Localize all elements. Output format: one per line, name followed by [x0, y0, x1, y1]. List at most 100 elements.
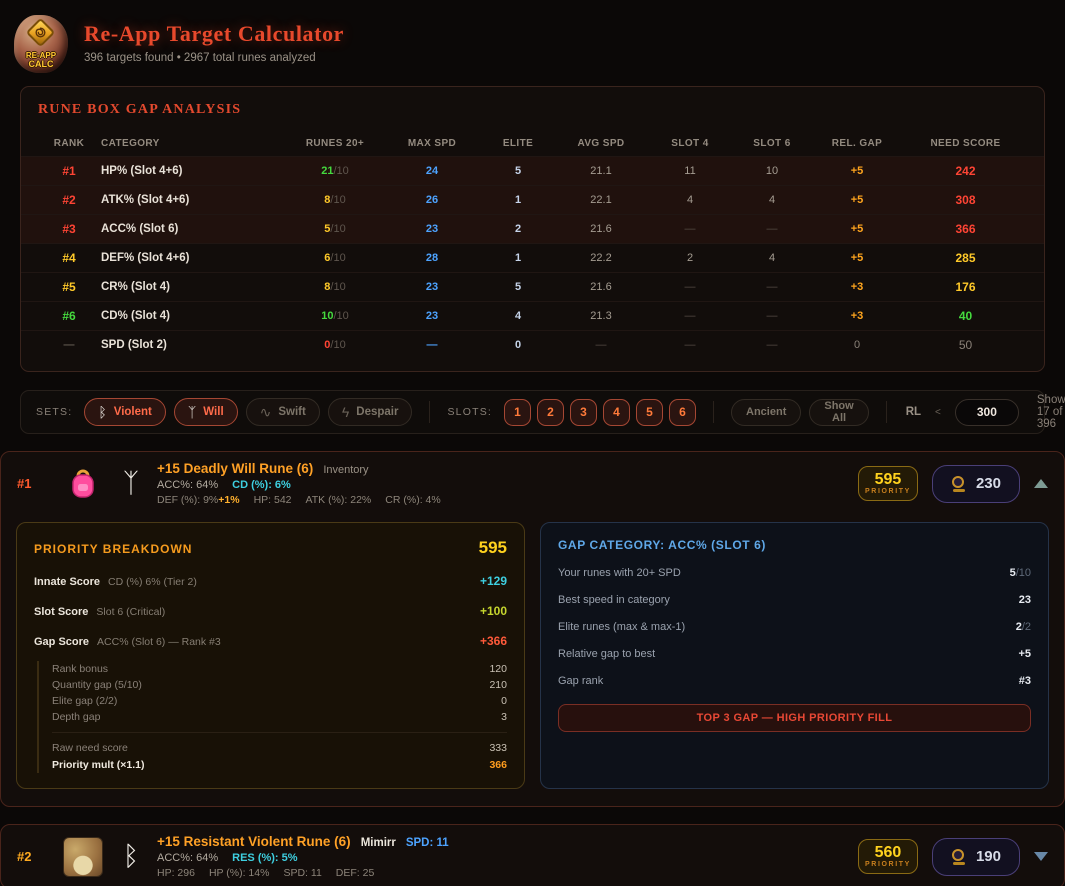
- cell-slot4: —: [647, 310, 733, 322]
- rl-label: RL: [906, 406, 921, 418]
- rune-card-2-header[interactable]: #2 ᛒ +15 Resistant Violent Rune (6) Mimi…: [1, 825, 1064, 886]
- rl-threshold-input[interactable]: [955, 399, 1019, 426]
- slot-filter-3[interactable]: 3: [570, 399, 597, 426]
- cell-runes: 21/10: [287, 165, 383, 177]
- rune-substat: DEF (%): 9%+1%: [157, 494, 240, 506]
- cell-relgap: +5: [811, 223, 903, 235]
- cell-runes: 0/10: [287, 339, 383, 351]
- cell-category: ATK% (Slot 4+6): [101, 194, 287, 206]
- cell-slot4: —: [647, 223, 733, 235]
- cell-category: DEF% (Slot 4+6): [101, 252, 287, 264]
- slot-filter-6[interactable]: 6: [669, 399, 696, 426]
- rune-card-2: #2 ᛒ +15 Resistant Violent Rune (6) Mimi…: [0, 824, 1065, 886]
- gap-category-panel: GAP CATEGORY: ACC% (SLOT 6) Your runes w…: [540, 522, 1049, 789]
- expand-chevron-icon[interactable]: [1034, 852, 1048, 861]
- set-filter-swift[interactable]: ∿ Swift: [246, 398, 320, 426]
- cell-needscore: 366: [903, 222, 1028, 236]
- gap-category-title: GAP CATEGORY: ACC% (SLOT 6): [558, 538, 1031, 552]
- calc-emblem-icon: [951, 476, 967, 492]
- sets-label: SETS:: [36, 406, 72, 418]
- cell-runes: 6/10: [287, 252, 383, 264]
- monster-avatar: [61, 837, 105, 877]
- breakdown-details: Rank bonus120 Quantity gap (5/10)210 Eli…: [37, 661, 507, 773]
- table-row: #1 HP% (Slot 4+6) 21/10 24 5 21.1 11 10 …: [21, 156, 1044, 185]
- cell-slot6: —: [733, 310, 811, 322]
- divider: [52, 732, 507, 733]
- cell-needscore: 308: [903, 193, 1028, 207]
- top-gap-banner: TOP 3 GAP — HIGH PRIORITY FILL: [558, 704, 1031, 732]
- show-all-button[interactable]: Show All: [809, 399, 868, 426]
- ancient-filter-button[interactable]: Ancient: [731, 399, 801, 426]
- violent-set-icon: ᛒ: [105, 843, 157, 870]
- cell-slot6: —: [733, 223, 811, 235]
- app-header: RE-APP CALC Re-App Target Calculator 396…: [0, 0, 1065, 73]
- divider: [713, 401, 714, 423]
- cell-elite: 5: [481, 281, 555, 293]
- cell-category: CR% (Slot 4): [101, 281, 287, 293]
- rune-substat: HP: 296: [157, 867, 195, 879]
- gap-category-row: Elite runes (max & max-1) 2/2: [558, 621, 1031, 633]
- col-avgspd: AVG SPD: [555, 138, 647, 149]
- cell-avgspd: —: [555, 339, 647, 351]
- cell-slot6: 4: [733, 252, 811, 264]
- cell-maxspd: 28: [383, 252, 481, 264]
- breakdown-detail-row: Quantity gap (5/10)210: [52, 677, 507, 693]
- cell-avgspd: 21.6: [555, 223, 647, 235]
- cell-avgspd: 22.1: [555, 194, 647, 206]
- priority-mult-row: Priority mult (×1.1)366: [52, 757, 507, 773]
- app-root: RE-APP CALC Re-App Target Calculator 396…: [0, 0, 1065, 886]
- set-filter-will[interactable]: ᛉ Will: [174, 398, 238, 426]
- cell-avgspd: 21.1: [555, 165, 647, 177]
- rune-innate-stat: CD (%): 6%: [232, 479, 291, 491]
- will-rune-icon: ᛉ: [188, 404, 196, 420]
- gap-category-row: Your runes with 20+ SPD 5/10: [558, 567, 1031, 579]
- divider: [429, 401, 430, 423]
- cell-relgap: 0: [811, 339, 903, 351]
- cell-relgap: +5: [811, 194, 903, 206]
- rune-substat: HP: 542: [254, 494, 292, 506]
- set-filter-violent[interactable]: ᛒ Violent: [84, 398, 166, 426]
- cell-relgap: +5: [811, 165, 903, 177]
- cell-category: HP% (Slot 4+6): [101, 165, 287, 177]
- set-filter-despair[interactable]: ϟ Despair: [328, 398, 413, 426]
- rune-card-1-detail: PRIORITY BREAKDOWN 595 Innate Score CD (…: [1, 515, 1064, 806]
- table-row: #4 DEF% (Slot 4+6) 6/10 28 1 22.2 2 4 +5…: [21, 243, 1044, 272]
- cell-slot4: 4: [647, 194, 733, 206]
- cell-needscore: 176: [903, 280, 1028, 294]
- divider: [886, 401, 887, 423]
- slot-filter-5[interactable]: 5: [636, 399, 663, 426]
- cell-avgspd: 22.2: [555, 252, 647, 264]
- filter-bar: SETS: ᛒ Violent ᛉ Will ∿ Swift ϟ Despair…: [20, 390, 1045, 434]
- rune-card-1: #1 ᛉ +15 Deadly Will Rune (6) Inventory …: [0, 451, 1065, 807]
- cell-elite: 4: [481, 310, 555, 322]
- app-logo: RE-APP CALC: [14, 15, 68, 73]
- rune-substat: ATK (%): 22%: [306, 494, 372, 506]
- table-row: — SPD (Slot 2) 0/10 — 0 — — — 0 50: [21, 330, 1044, 359]
- breakdown-row: Innate Score CD (%) 6% (Tier 2) +129: [34, 574, 507, 588]
- col-needscore: NEED SCORE: [903, 138, 1028, 149]
- breakdown-row: Gap Score ACC% (Slot 6) — Rank #3 +366: [34, 634, 507, 648]
- raw-need-score-row: Raw need score333: [52, 740, 507, 757]
- table-header-row: RANK CATEGORY RUNES 20+ MAX SPD ELITE AV…: [21, 130, 1044, 156]
- breakdown-row: Slot Score Slot 6 (Critical) +100: [34, 604, 507, 618]
- cell-slot4: —: [647, 281, 733, 293]
- cell-runes: 5/10: [287, 223, 383, 235]
- slot-filter-1[interactable]: 1: [504, 399, 531, 426]
- collapse-chevron-icon[interactable]: [1034, 479, 1048, 488]
- slot-filters: 1 2 3 4 5 6: [504, 399, 696, 426]
- cell-relgap: +3: [811, 281, 903, 293]
- rune-card-1-header[interactable]: #1 ᛉ +15 Deadly Will Rune (6) Inventory …: [1, 452, 1064, 515]
- cell-rank: #5: [37, 280, 101, 294]
- slot-filter-4[interactable]: 4: [603, 399, 630, 426]
- cell-maxspd: 23: [383, 310, 481, 322]
- cell-needscore: 242: [903, 164, 1028, 178]
- page-title: Re-App Target Calculator: [84, 15, 344, 47]
- priority-badge: 595 PRIORITY: [858, 466, 918, 501]
- slot-filter-2[interactable]: 2: [537, 399, 564, 426]
- rune-info: +15 Deadly Will Rune (6) Inventory ACC%:…: [157, 461, 441, 506]
- table-row: #3 ACC% (Slot 6) 5/10 23 2 21.6 — — +5 3…: [21, 214, 1044, 243]
- cell-maxspd: 23: [383, 281, 481, 293]
- cell-relgap: +5: [811, 252, 903, 264]
- rune-title: +15 Resistant Violent Rune (6): [157, 834, 351, 849]
- col-rank: RANK: [37, 138, 101, 149]
